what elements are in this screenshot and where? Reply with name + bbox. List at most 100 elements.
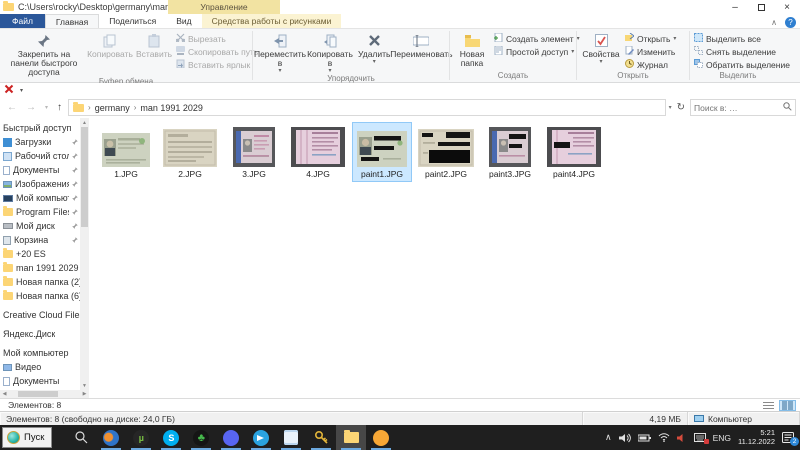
taskbar-search-button[interactable]	[66, 425, 96, 450]
properties-button[interactable]: Свойства▾	[579, 30, 623, 71]
copy-path-button[interactable]: Скопировать путь	[174, 45, 250, 58]
sidebar-item-documents-tree[interactable]: Документы	[0, 374, 80, 388]
paste-button[interactable]: Вставить	[134, 30, 174, 77]
sidebar-item-creative-cloud[interactable]: Creative Cloud Files	[0, 308, 80, 322]
sidebar-item-my-computer-tree[interactable]: Мой компьютер	[0, 346, 80, 360]
tab-picture-tools[interactable]: Средства работы с рисунками	[202, 14, 342, 28]
easy-access-button[interactable]: Простой доступ▾	[492, 45, 574, 58]
paste-shortcut-button[interactable]: Вставить ярлык	[174, 58, 250, 71]
breadcrumb-item-germany[interactable]: germany	[95, 103, 130, 113]
move-to-button[interactable]: Переместить в▾	[255, 30, 305, 74]
taskbar-skype-button[interactable]: S	[156, 425, 186, 450]
sidebar-item-20es[interactable]: +20 ES	[0, 247, 80, 261]
open-button[interactable]: Открыть▾	[623, 32, 685, 45]
keyboard-icon[interactable]	[694, 433, 706, 442]
sidebar-item-program-files[interactable]: Program Files	[0, 205, 80, 219]
tray-clock[interactable]: 5:21 11.12.2022	[738, 429, 775, 446]
sidebar-item-my-disk[interactable]: Мой диск	[0, 219, 80, 233]
breadcrumb-item-current[interactable]: man 1991 2029	[140, 103, 203, 113]
select-all-button[interactable]: Выделить все	[692, 32, 784, 45]
forward-icon[interactable]: →	[23, 102, 39, 113]
sidebar-item-new-folder-6[interactable]: Новая папка (6)	[0, 289, 80, 303]
details-view-button[interactable]	[760, 400, 777, 411]
sidebar-quick-access[interactable]: Быстрый доступ	[0, 121, 80, 135]
battery-icon[interactable]	[638, 434, 651, 442]
start-button[interactable]: Пуск	[2, 427, 52, 448]
refresh-icon[interactable]: ↻	[675, 102, 687, 113]
search-input[interactable]	[694, 103, 783, 113]
taskbar-key-app-button[interactable]	[306, 425, 336, 450]
file-item-4jpg[interactable]: 4.JPG	[288, 122, 348, 182]
minimize-button[interactable]: –	[722, 0, 748, 14]
taskbar-utorrent-button[interactable]: µ	[126, 425, 156, 450]
sidebar-item-downloads[interactable]: Загрузки	[0, 135, 80, 149]
sidebar-item-recycle-bin[interactable]: Корзина	[0, 233, 80, 247]
taskbar-discord-button[interactable]	[216, 425, 246, 450]
taskbar-browser-button[interactable]	[96, 425, 126, 450]
help-icon[interactable]: ?	[785, 17, 796, 28]
rename-button[interactable]: Переименовать	[393, 30, 449, 74]
file-item-paint3jpg[interactable]: paint3.JPG	[480, 122, 540, 182]
tab-view[interactable]: Вид	[166, 14, 201, 28]
qat-customize-icon[interactable]: ▾	[20, 87, 23, 94]
close-button[interactable]: ×	[774, 0, 800, 14]
sidebar-horizontal-scrollbar[interactable]: ◀ ▶	[0, 390, 89, 398]
sidebar-item-documents[interactable]: Документы	[0, 163, 80, 177]
scroll-up-icon[interactable]: ▲	[80, 118, 89, 127]
search-box[interactable]	[690, 99, 796, 116]
up-icon[interactable]: ↑	[54, 102, 65, 113]
taskbar-smiley-app-button[interactable]	[366, 425, 396, 450]
history-dropdown-icon[interactable]: ▾	[42, 104, 51, 111]
sidebar-item-man-1991-2029[interactable]: man 1991 2029	[0, 261, 80, 275]
edit-button[interactable]: Изменить	[623, 45, 685, 58]
taskbar-clover-app-button[interactable]: ♣	[186, 425, 216, 450]
new-folder-button[interactable]: Новая папка	[452, 30, 492, 71]
file-item-2jpg[interactable]: 2.JPG	[160, 122, 220, 182]
address-dropdown-icon[interactable]: ▾	[669, 104, 672, 111]
copy-to-button[interactable]: Копировать в▾	[305, 30, 355, 74]
sidebar-item-new-folder-2[interactable]: Новая папка (2)	[0, 275, 80, 289]
pin-to-quick-access-button[interactable]: Закрепить на панели быстрого доступа	[2, 30, 86, 77]
file-item-3jpg[interactable]: 3.JPG	[224, 122, 284, 182]
cut-button[interactable]: Вырезать	[174, 32, 250, 45]
tab-file[interactable]: Файл	[0, 14, 45, 28]
taskbar-explorer-button[interactable]	[336, 425, 366, 450]
tab-share[interactable]: Поделиться	[99, 14, 166, 28]
file-item-1jpg[interactable]: 1.JPG	[96, 122, 156, 182]
copy-button[interactable]: Копировать	[86, 30, 134, 77]
tab-home[interactable]: Главная	[45, 14, 99, 28]
sidebar-item-pictures[interactable]: Изображения	[0, 177, 80, 191]
sidebar-vertical-scrollbar[interactable]: ▲ ▼	[80, 118, 89, 390]
invert-selection-button[interactable]: Обратить выделение	[692, 58, 784, 71]
back-icon[interactable]: ←	[4, 102, 20, 113]
scrollbar-thumb[interactable]	[81, 127, 88, 227]
file-item-paint1jpg-selected[interactable]: paint1.JPG	[352, 122, 412, 182]
wifi-icon[interactable]	[658, 433, 670, 442]
volume-icon[interactable]	[619, 433, 631, 443]
sidebar-item-desktop[interactable]: Рабочий стол	[0, 149, 80, 163]
hidden-icons-chevron[interactable]: ∧	[605, 432, 612, 443]
scroll-right-icon[interactable]: ▶	[80, 391, 89, 397]
thumbnails-view-button[interactable]	[779, 400, 796, 411]
sidebar-item-my-computer[interactable]: Мой компьютер	[0, 191, 80, 205]
new-item-button[interactable]: Создать элемент▾	[492, 32, 574, 45]
select-none-button[interactable]: Снять выделение	[692, 45, 784, 58]
breadcrumb[interactable]: › germany › man 1991 2029	[68, 99, 666, 116]
title-bar[interactable]: C:\Users\rocky\Desktop\germany\man 1991 …	[0, 0, 800, 14]
file-item-paint2jpg[interactable]: paint2.JPG	[416, 122, 476, 182]
sidebar-item-videos[interactable]: Видео	[0, 360, 80, 374]
history-button[interactable]: Журнал	[623, 58, 685, 71]
action-center-icon[interactable]: 2	[782, 432, 794, 443]
scroll-left-icon[interactable]: ◀	[0, 391, 9, 397]
delete-button[interactable]: Удалить▾	[355, 30, 393, 74]
scroll-down-icon[interactable]: ▼	[80, 381, 89, 390]
scrollbar-thumb[interactable]	[18, 391, 58, 397]
taskbar-notes-button[interactable]	[276, 425, 306, 450]
collapse-ribbon-icon[interactable]: ∧	[771, 18, 777, 27]
maximize-button[interactable]	[748, 0, 774, 14]
file-item-paint4jpg[interactable]: paint4.JPG	[544, 122, 604, 182]
language-indicator[interactable]: ENG	[713, 433, 731, 443]
recording-volume-icon[interactable]	[677, 433, 687, 443]
sidebar-item-yandex-disk[interactable]: Яндекс.Диск	[0, 327, 80, 341]
taskbar-telegram-button[interactable]	[246, 425, 276, 450]
